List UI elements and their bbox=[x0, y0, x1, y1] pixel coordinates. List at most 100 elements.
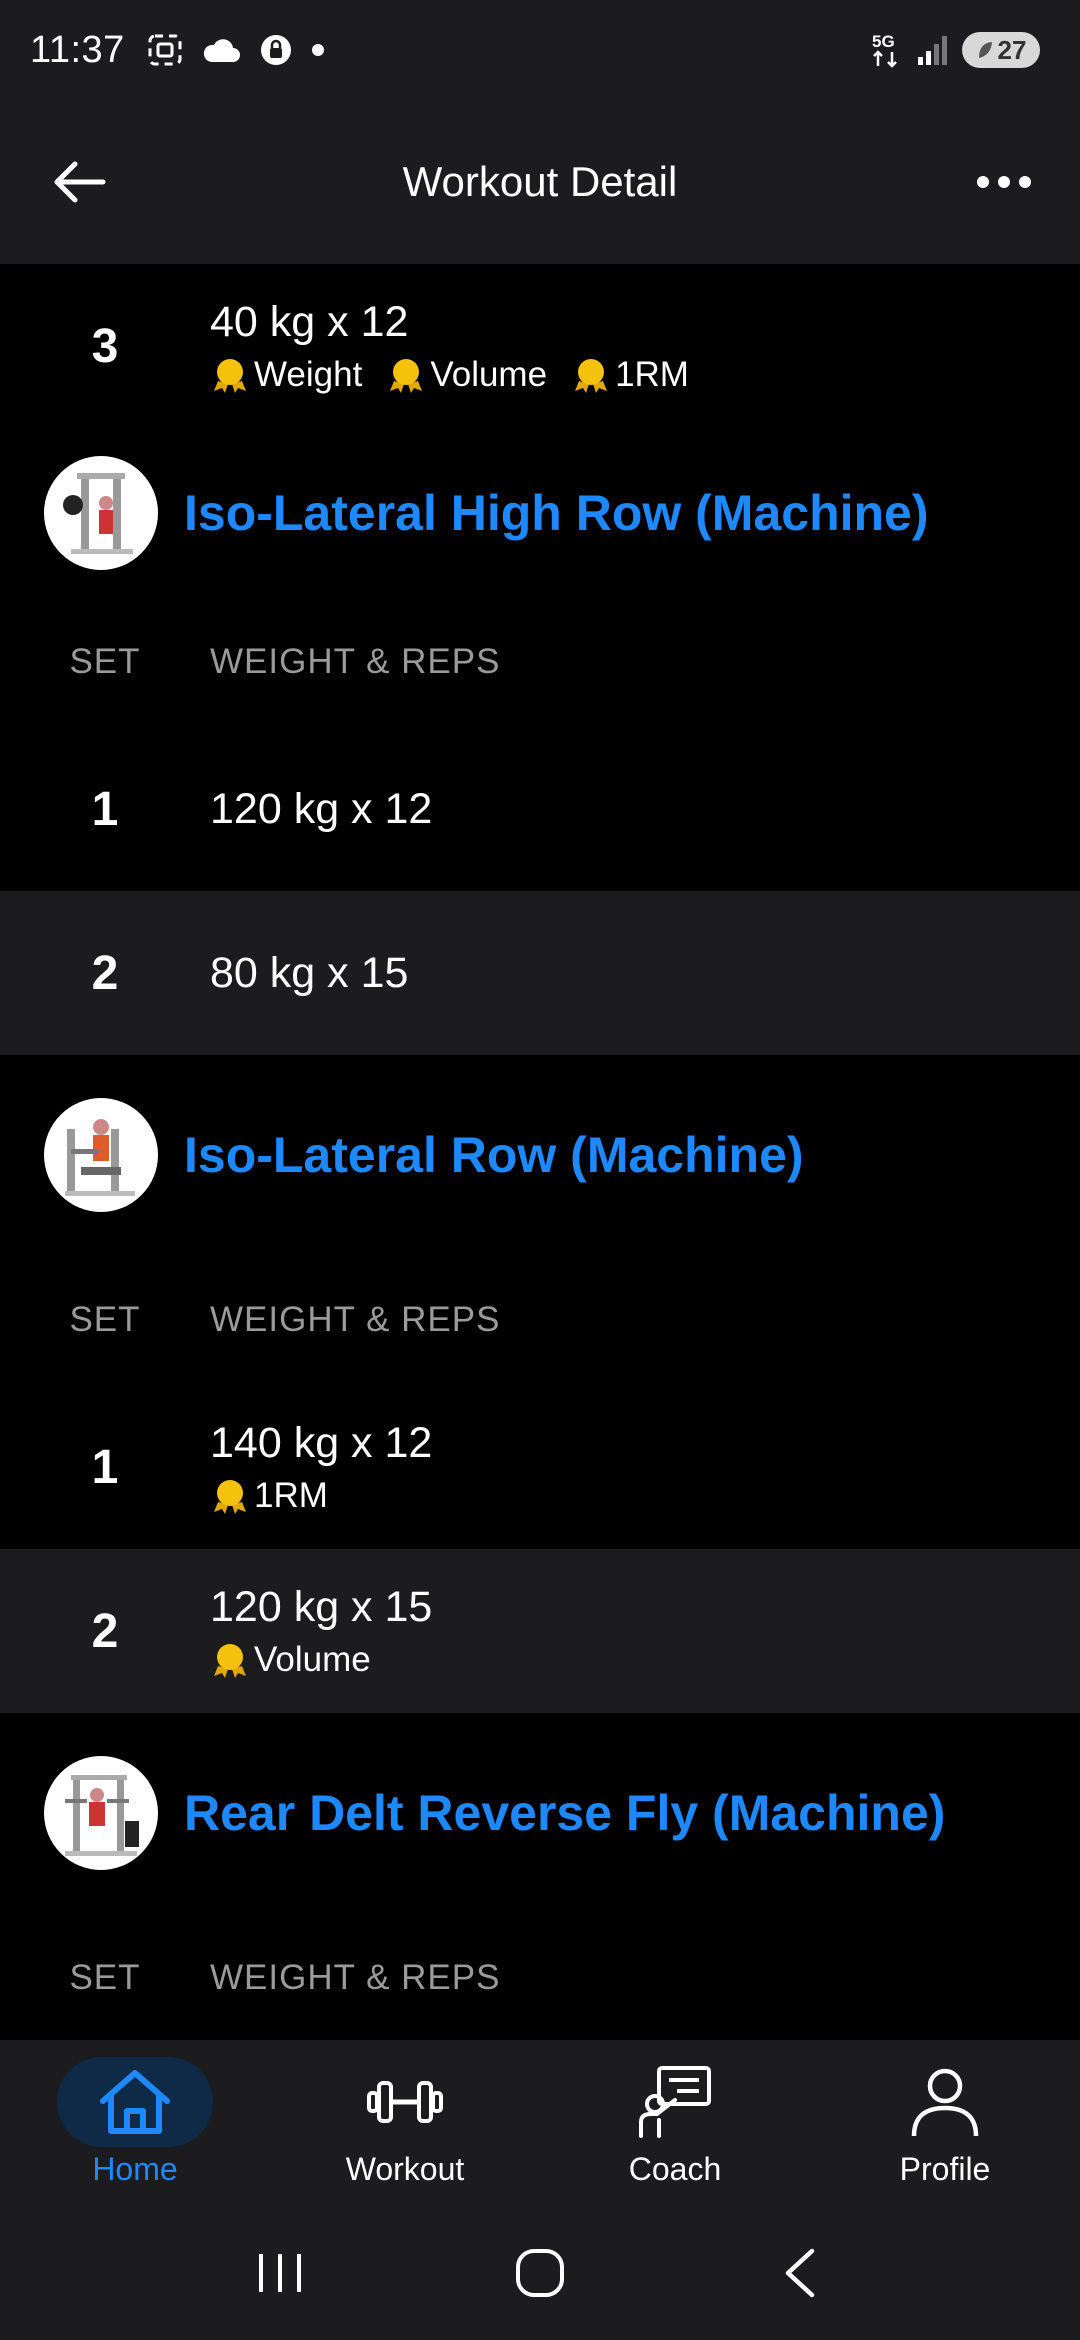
nav-item-profile[interactable]: Profile bbox=[810, 2040, 1080, 2205]
set-row: 2 80 kg x 15 bbox=[0, 891, 1080, 1055]
set-number: 1 bbox=[91, 782, 119, 836]
nav-item-home[interactable]: Home bbox=[0, 2040, 270, 2205]
status-bar: 11:37 5G 27 bbox=[0, 0, 1080, 100]
medal-icon bbox=[214, 1479, 246, 1514]
column-set: SET bbox=[69, 642, 141, 681]
set-body: 80 kg x 15 bbox=[210, 949, 408, 998]
more-horizontal-icon bbox=[977, 176, 1031, 188]
exercise-name[interactable]: Iso-Lateral High Row (Machine) bbox=[184, 484, 929, 542]
cloud-icon bbox=[201, 36, 241, 64]
app-bar: Workout Detail bbox=[0, 100, 1080, 264]
set-row: 1 140 kg x 12 1RM bbox=[0, 1385, 1080, 1549]
set-body: 40 kg x 12 Weight Volume 1RM bbox=[210, 298, 689, 395]
more-options-button[interactable] bbox=[964, 147, 1044, 217]
nav-icon-wrap bbox=[327, 2057, 483, 2147]
nav-icon-highlight bbox=[57, 2057, 213, 2147]
set-value: 80 kg x 15 bbox=[210, 948, 409, 997]
column-weight-reps: WEIGHT & REPS bbox=[210, 1300, 501, 1339]
medal-icon bbox=[214, 1643, 246, 1678]
nav-icon-wrap bbox=[867, 2057, 1023, 2147]
status-left-icons bbox=[147, 33, 325, 67]
high-row-machine-icon bbox=[63, 473, 133, 554]
home-system-button[interactable] bbox=[480, 2223, 600, 2323]
exercise-thumbnail[interactable] bbox=[44, 1098, 158, 1212]
network-5g-icon: 5G bbox=[870, 30, 904, 70]
row-machine-icon bbox=[65, 1119, 135, 1196]
reverse-fly-machine-icon bbox=[65, 1775, 139, 1856]
exercise-thumbnail[interactable] bbox=[44, 1756, 158, 1870]
record-badge-label: 1RM bbox=[254, 1475, 328, 1515]
workout-content[interactable]: 3 40 kg x 12 Weight Volume 1RM Iso-Later… bbox=[0, 264, 1080, 2040]
set-value: 120 kg x 15 bbox=[210, 1582, 433, 1631]
recents-button[interactable] bbox=[220, 2223, 340, 2323]
record-badge-label: Volume bbox=[254, 1639, 371, 1679]
nav-label-workout: Workout bbox=[345, 2151, 465, 2187]
record-badge: Volume bbox=[386, 355, 547, 395]
record-badge: Volume bbox=[210, 1640, 371, 1680]
nav-label-home: Home bbox=[92, 2151, 178, 2187]
battery-level: 27 bbox=[997, 34, 1027, 65]
home-circle-icon bbox=[516, 2248, 564, 2297]
recents-icon bbox=[259, 2253, 301, 2292]
exercise-header[interactable]: Rear Delt Reverse Fly (Machine) bbox=[0, 1713, 1080, 1913]
home-icon bbox=[100, 2070, 170, 2134]
coach-icon bbox=[639, 2066, 711, 2138]
column-set: SET bbox=[69, 1300, 141, 1339]
status-time: 11:37 bbox=[30, 28, 125, 71]
set-table-header: SET WEIGHT & REPS bbox=[0, 597, 1080, 727]
nav-icon-wrap bbox=[597, 2057, 753, 2147]
set-body: 120 kg x 12 bbox=[210, 785, 432, 834]
chevron-left-icon bbox=[785, 2248, 815, 2297]
set-body: 120 kg x 15 Volume bbox=[210, 1583, 432, 1680]
set-number: 2 bbox=[91, 1604, 119, 1658]
svg-text:5G: 5G bbox=[872, 32, 895, 51]
record-badges: Volume bbox=[210, 1640, 432, 1680]
page-title: Workout Detail bbox=[402, 158, 678, 205]
set-number: 1 bbox=[91, 1440, 119, 1494]
medal-icon bbox=[575, 359, 608, 393]
battery-indicator: 27 bbox=[962, 32, 1040, 68]
record-badges: Weight Volume 1RM bbox=[210, 355, 689, 395]
notification-dot-icon bbox=[311, 43, 325, 57]
set-row: 1 120 kg x 12 bbox=[0, 727, 1080, 891]
set-row: 2 120 kg x 15 Volume bbox=[0, 1549, 1080, 1713]
set-table-header: SET WEIGHT & REPS bbox=[0, 1913, 1080, 2040]
nav-label-coach: Coach bbox=[628, 2151, 722, 2187]
back-system-button[interactable] bbox=[740, 2223, 860, 2323]
screenshot-icon bbox=[147, 33, 183, 67]
set-row: 3 40 kg x 12 Weight Volume 1RM bbox=[0, 264, 1080, 429]
exercise-header[interactable]: Iso-Lateral Row (Machine) bbox=[0, 1055, 1080, 1255]
screen: 11:37 5G 27 Workout Detail 3 40 kg x 12 … bbox=[0, 0, 1080, 2340]
nav-item-coach[interactable]: Coach bbox=[540, 2040, 810, 2205]
set-number: 2 bbox=[91, 946, 119, 1000]
nav-item-workout[interactable]: Workout bbox=[270, 2040, 540, 2205]
record-badge: 1RM bbox=[571, 355, 689, 395]
set-table-header: SET WEIGHT & REPS bbox=[0, 1255, 1080, 1385]
exercise-name[interactable]: Rear Delt Reverse Fly (Machine) bbox=[184, 1784, 945, 1842]
set-body: 140 kg x 12 1RM bbox=[210, 1419, 432, 1516]
exercise-thumbnail[interactable] bbox=[44, 456, 158, 570]
signal-icon bbox=[916, 33, 950, 67]
system-nav-bar bbox=[0, 2205, 1080, 2340]
record-badge-label: Weight bbox=[254, 355, 363, 394]
battery-saver-icon bbox=[978, 42, 992, 58]
arrow-left-icon bbox=[54, 161, 106, 203]
record-badge-label: 1RM bbox=[615, 355, 689, 394]
back-button[interactable] bbox=[44, 147, 114, 217]
exercise-name[interactable]: Iso-Lateral Row (Machine) bbox=[184, 1126, 804, 1184]
set-number: 3 bbox=[91, 320, 119, 373]
status-right: 5G 27 bbox=[870, 30, 1040, 70]
vpn-lock-icon bbox=[259, 33, 293, 67]
column-weight-reps: WEIGHT & REPS bbox=[210, 642, 501, 681]
set-value: 120 kg x 12 bbox=[210, 784, 433, 833]
medal-icon bbox=[214, 359, 246, 393]
column-weight-reps: WEIGHT & REPS bbox=[210, 1958, 501, 1997]
exercise-header[interactable]: Iso-Lateral High Row (Machine) bbox=[0, 429, 1080, 597]
dumbbell-icon bbox=[367, 2081, 443, 2123]
record-badge: Weight bbox=[210, 355, 362, 395]
column-set: SET bbox=[69, 1958, 141, 1997]
set-value: 140 kg x 12 bbox=[210, 1418, 433, 1467]
medal-icon bbox=[390, 359, 423, 393]
record-badge: 1RM bbox=[210, 1476, 328, 1516]
profile-icon bbox=[911, 2068, 979, 2137]
